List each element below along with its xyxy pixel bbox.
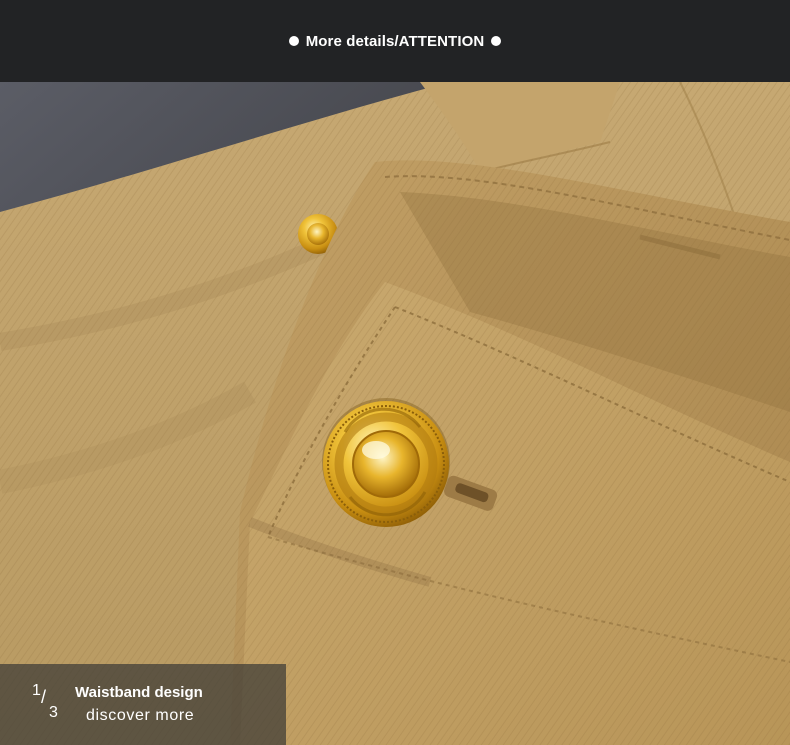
header-title: More details/ATTENTION (305, 32, 485, 50)
slide-index-total: 3 (49, 704, 58, 721)
slide-index: 1 / 3 (30, 682, 66, 728)
slide-index-current: 1 (32, 682, 41, 699)
caption-overlay: 1 / 3 Waistband design discover more (0, 664, 286, 745)
caption-title: Waistband design (75, 684, 203, 701)
header-banner: More details/ATTENTION (0, 0, 790, 82)
dot-icon (288, 36, 299, 46)
fabric-closeup-illustration (0, 82, 790, 745)
slide-index-slash: / (41, 687, 47, 707)
dot-icon (491, 36, 502, 46)
discover-more-link[interactable]: discover more (86, 707, 194, 725)
product-photo (0, 82, 790, 745)
